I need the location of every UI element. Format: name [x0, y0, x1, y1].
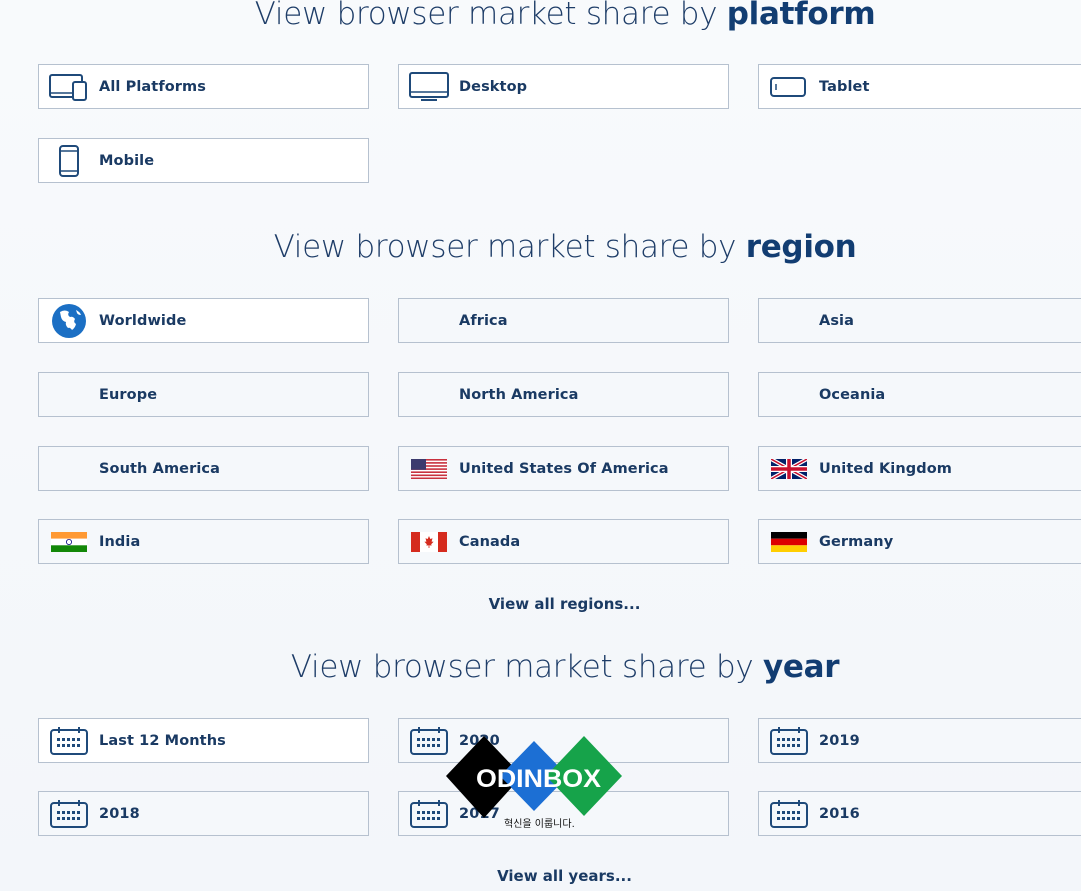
view-all-regions-link[interactable]: View all regions... [398, 595, 731, 613]
tile-mobile[interactable]: Mobile [38, 138, 369, 183]
tile-label: India [99, 533, 141, 550]
tablet-icon [769, 72, 809, 102]
tile-oceania[interactable]: Oceania [758, 372, 1081, 417]
tile-africa[interactable]: Africa [398, 298, 729, 343]
desktop-icon [409, 71, 449, 102]
tile-last-12-months[interactable]: Last 12 Months [38, 718, 369, 763]
tile-tablet[interactable]: Tablet [758, 64, 1081, 109]
tile-label: 2018 [99, 805, 140, 822]
tile-2016[interactable]: 2016 [758, 791, 1081, 836]
india-flag-icon [49, 527, 89, 557]
tile-label: 2016 [819, 805, 860, 822]
calendar-icon [49, 799, 89, 829]
tile-2019[interactable]: 2019 [758, 718, 1081, 763]
tile-north-america[interactable]: North America [398, 372, 729, 417]
tile-label: Germany [819, 533, 894, 550]
tile-label: Asia [819, 312, 855, 329]
germany-flag-icon [769, 527, 809, 557]
tile-usa[interactable]: United States Of America [398, 446, 729, 491]
tile-label: Europe [99, 386, 158, 403]
calendar-icon [409, 726, 449, 756]
tile-label: Tablet [819, 78, 870, 95]
calendar-icon [769, 726, 809, 756]
tile-label: United States Of America [459, 460, 669, 477]
tile-worldwide[interactable]: Worldwide [38, 298, 369, 343]
tile-label: North America [459, 386, 579, 403]
calendar-icon [769, 799, 809, 829]
tile-2018[interactable]: 2018 [38, 791, 369, 836]
tile-canada[interactable]: Canada [398, 519, 729, 564]
tile-label: All Platforms [99, 78, 206, 95]
tile-united-kingdom[interactable]: United Kingdom [758, 446, 1081, 491]
tile-south-america[interactable]: South America [38, 446, 369, 491]
tile-asia[interactable]: Asia [758, 298, 1081, 343]
tile-desktop[interactable]: Desktop [398, 64, 729, 109]
tile-label: Mobile [99, 152, 155, 169]
tile-label: Oceania [819, 386, 886, 403]
tile-label: Canada [459, 533, 521, 550]
tile-all-platforms[interactable]: All Platforms [38, 64, 369, 109]
tile-label: United Kingdom [819, 460, 953, 477]
uk-flag-icon [769, 454, 809, 484]
tile-label: Last 12 Months [99, 732, 226, 749]
watermark-brand-text: ODINBOX [476, 765, 601, 793]
tile-label: Desktop [459, 78, 528, 95]
tile-europe[interactable]: Europe [38, 372, 369, 417]
tile-india[interactable]: India [38, 519, 369, 564]
usa-flag-icon [409, 454, 449, 484]
year-heading: View browser market share by year [290, 649, 840, 685]
view-all-years-link[interactable]: View all years... [398, 867, 731, 885]
globe-icon [49, 303, 89, 338]
calendar-icon [49, 726, 89, 756]
tile-label: Africa [459, 312, 508, 329]
tile-germany[interactable]: Germany [758, 519, 1081, 564]
watermark-tagline-text: 혁신을 이룹니다. [504, 818, 575, 830]
region-heading: View browser market share by region [273, 229, 857, 265]
tile-label: Worldwide [99, 312, 187, 329]
tile-label: 2019 [819, 732, 860, 749]
calendar-icon [409, 799, 449, 829]
platform-heading: View browser market share by platform [254, 0, 876, 32]
mobile-icon [49, 144, 89, 177]
canada-flag-icon [409, 527, 449, 557]
all-platforms-icon [49, 72, 89, 102]
tile-label: South America [99, 460, 220, 477]
odinbox-watermark-logo: ODINBOX 혁신을 이룹니다. [446, 736, 624, 831]
